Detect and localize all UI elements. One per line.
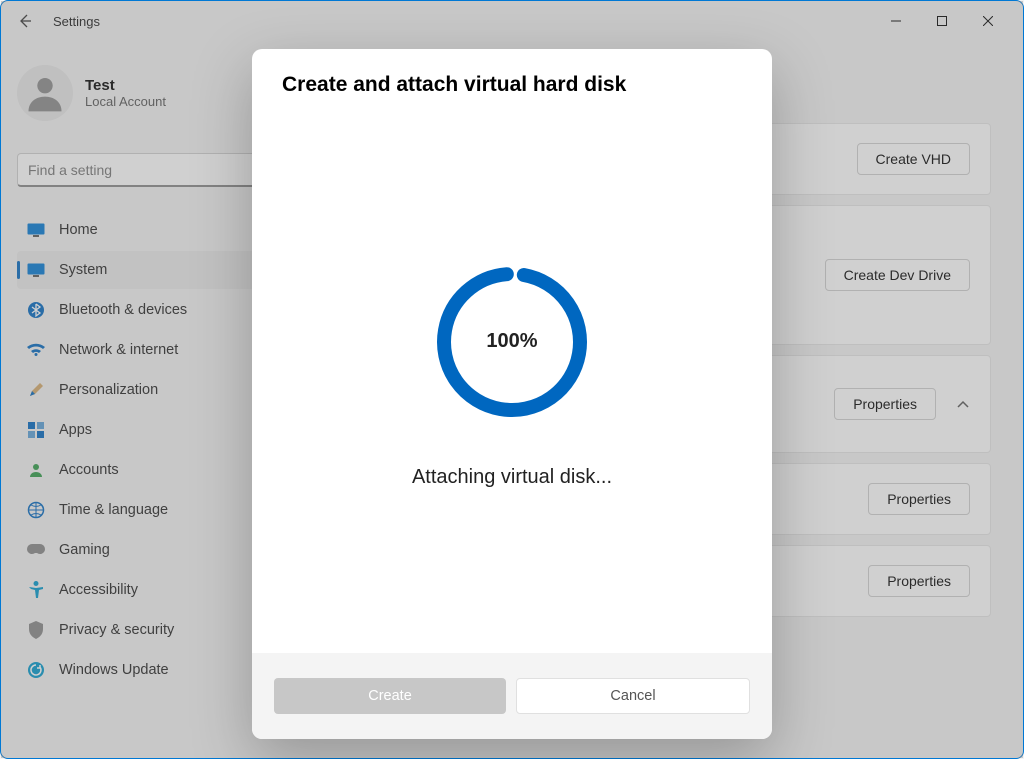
dialog-title: Create and attach virtual hard disk — [282, 73, 742, 97]
progress-ring-icon — [432, 262, 592, 422]
cancel-button[interactable]: Cancel — [516, 678, 750, 714]
create-button[interactable]: Create — [274, 678, 506, 714]
dialog-status: Attaching virtual disk... — [412, 466, 612, 489]
modal-overlay: Create and attach virtual hard disk 100%… — [1, 1, 1023, 758]
create-vhd-dialog: Create and attach virtual hard disk 100%… — [252, 49, 772, 739]
progress-ring: 100% — [432, 262, 592, 422]
